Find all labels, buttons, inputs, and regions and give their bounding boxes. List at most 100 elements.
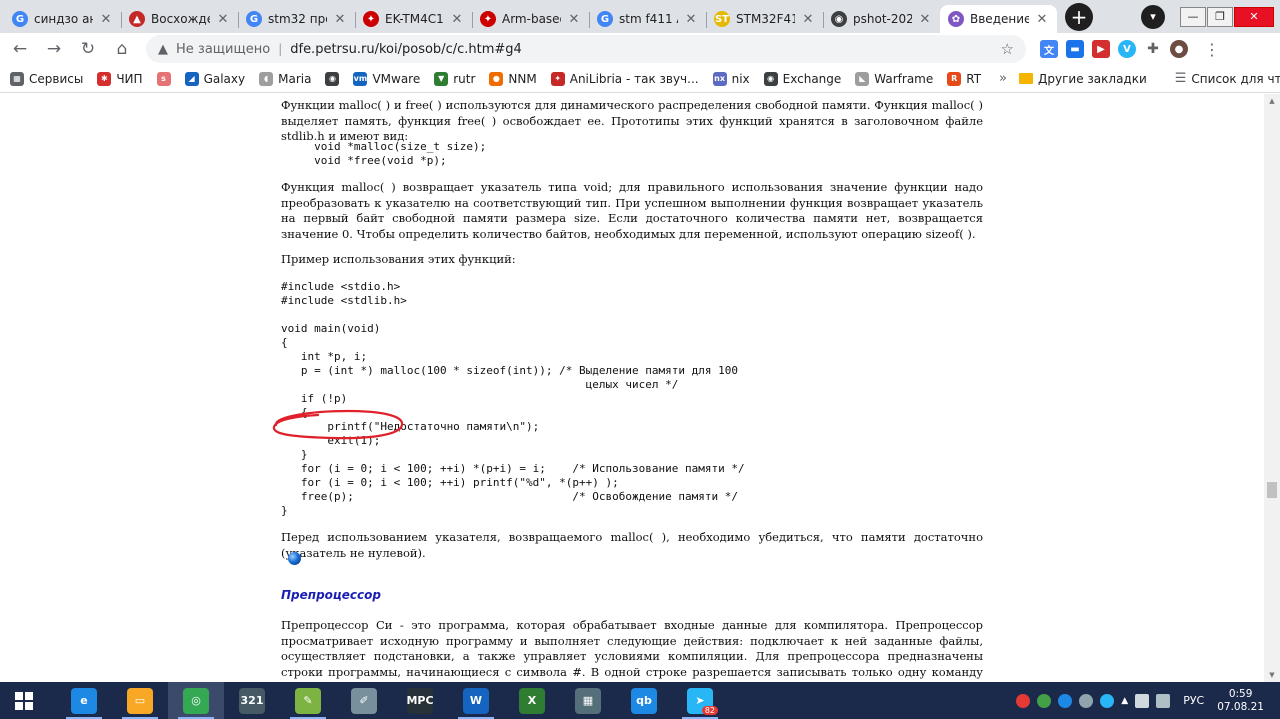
home-icon[interactable]: ⌂ <box>108 35 136 63</box>
browser-tab[interactable]: ST STM32F411 ✕ <box>706 5 823 33</box>
tab-favicon-icon: ST <box>714 11 730 27</box>
tray-app-icon[interactable] <box>1016 693 1031 708</box>
bookmark-item[interactable]: ◖ Maria <box>259 71 312 86</box>
start-button[interactable] <box>0 682 48 719</box>
bookmark-star-icon[interactable]: ☆ <box>1001 40 1014 58</box>
bookmark-item[interactable]: ✱ ЧИП <box>97 71 143 86</box>
tab-close-icon[interactable]: ✕ <box>1035 12 1049 27</box>
bookmark-item[interactable]: nx nix <box>712 71 750 86</box>
insecure-label[interactable]: Не защищено <box>176 42 270 57</box>
vertical-scrollbar[interactable]: ▲ ▼ <box>1264 94 1280 682</box>
tab-close-icon[interactable]: ✕ <box>567 12 581 27</box>
taskbar-media-player-321[interactable]: 321 <box>224 682 280 719</box>
tab-close-icon[interactable]: ✕ <box>333 12 347 27</box>
browser-tab[interactable]: Gstm32 прог ✕ <box>238 5 355 33</box>
bookmark-item[interactable]: ◣ Warframe <box>855 71 933 86</box>
taskbar-file-explorer[interactable]: ▭ <box>112 682 168 719</box>
clock[interactable]: 0:59 07.08.21 <box>1217 688 1264 714</box>
language-indicator[interactable]: РУС <box>1183 694 1204 707</box>
restore-button[interactable]: ❐ <box>1207 6 1233 27</box>
word-icon: W <box>463 687 489 714</box>
volume-icon[interactable] <box>1156 693 1171 708</box>
bookmark-label: Maria <box>278 71 312 86</box>
bookmark-item[interactable]: ✦ AniLibria - так звуч... <box>550 71 699 86</box>
browser-tab[interactable]: ✿ Введение в ✕ <box>940 5 1057 33</box>
scroll-up-icon[interactable]: ▲ <box>1264 94 1280 108</box>
tab-favicon-icon: G <box>597 11 613 27</box>
url-text[interactable]: dfe.petrsu.ru/koi/posob/c/c.htm#g4 <box>290 42 992 57</box>
bookmark-item[interactable]: s <box>156 71 171 86</box>
taskbar-mpc-be[interactable]: MPC <box>392 682 448 719</box>
taskbar-qbittorrent[interactable]: qb <box>616 682 672 719</box>
warning-icon[interactable]: ▲ <box>158 42 168 57</box>
translate-extension-icon[interactable]: 文 <box>1040 40 1058 58</box>
network-icon[interactable] <box>1135 693 1150 708</box>
tray-app-icon[interactable] <box>1079 693 1094 708</box>
tab-close-icon[interactable]: ✕ <box>99 12 113 27</box>
taskbar-chrome[interactable]: ◎ <box>168 682 224 719</box>
profile-avatar[interactable]: ● <box>1170 40 1188 58</box>
taskbar-word[interactable]: W <box>448 682 504 719</box>
taskbar-calculator[interactable]: ▦ <box>560 682 616 719</box>
menu-kebab-icon[interactable]: ⋮ <box>1204 40 1220 59</box>
media-extension-icon[interactable]: ▶ <box>1092 40 1110 58</box>
bookmark-favicon-icon: ● <box>489 71 504 86</box>
bookmark-item[interactable]: R RT <box>947 71 981 86</box>
taskbar-notes-app[interactable]: ✎ <box>280 682 336 719</box>
browser-tab[interactable]: ✦ Arm-based ✕ <box>472 5 589 33</box>
reading-list-icon: ☰ <box>1174 71 1187 86</box>
browser-tab[interactable]: Gсиндзо ани ✕ <box>4 5 121 33</box>
paragraph-malloc-intro: Функции malloc( ) и free( ) используются… <box>281 98 983 143</box>
bookmark-item[interactable]: ◉ Exchange <box>763 71 841 86</box>
address-bar[interactable]: ▲ Не защищено | dfe.petrsu.ru/koi/posob/… <box>146 35 1026 63</box>
scroll-down-icon[interactable]: ▼ <box>1264 668 1280 682</box>
bookmark-favicon-icon: ◢ <box>184 71 199 86</box>
windows-taskbar: e ▭ ◎ 321 ✎ ✐ MPC W X ▦ qb ➤ 82 ▲ РУС 0:59 07.08.21 <box>0 682 1280 719</box>
paragraph-preprocessor: Препроцессор Си - это программа, которая… <box>281 618 983 682</box>
tab-close-icon[interactable]: ✕ <box>801 12 815 27</box>
tray-expand-icon[interactable]: ▲ <box>1121 696 1128 706</box>
tab-close-icon[interactable]: ✕ <box>918 12 932 27</box>
tray-app-icon[interactable] <box>1037 693 1052 708</box>
tray-app-icon[interactable] <box>1100 693 1115 708</box>
taskbar-internet-explorer[interactable]: e <box>56 682 112 719</box>
paragraph-check-pointer: Перед использованием указателя, возвраща… <box>281 530 983 560</box>
reload-icon[interactable]: ↻ <box>74 35 102 63</box>
scrollbar-thumb[interactable] <box>1267 482 1277 498</box>
taskbar-notepad[interactable]: ✐ <box>336 682 392 719</box>
bookmarks-more-icon[interactable]: » <box>999 71 1007 86</box>
extensions-puzzle-icon[interactable]: ✚ <box>1144 40 1162 58</box>
back-icon[interactable]: ← <box>6 35 34 63</box>
bookmark-item[interactable]: vm VMware <box>353 71 420 86</box>
taskbar-excel[interactable]: X <box>504 682 560 719</box>
tab-favicon-icon: ✦ <box>363 11 379 27</box>
browser-tab[interactable]: ✦ EK-TM4C12 ✕ <box>355 5 472 33</box>
bookmark-item[interactable]: ◉ <box>325 71 340 86</box>
taskbar-telegram[interactable]: ➤ 82 <box>672 682 728 719</box>
new-tab-button[interactable]: + <box>1065 3 1093 31</box>
browser-tab[interactable]: ◉ pshot-2021 ✕ <box>823 5 940 33</box>
bookmark-item[interactable]: ● NNM <box>489 71 537 86</box>
reading-list[interactable]: ☰ Список для чтения <box>1175 71 1280 86</box>
separator: | <box>278 42 283 56</box>
forward-icon[interactable]: → <box>40 35 68 63</box>
tab-manager-extension-icon[interactable]: ▬ <box>1066 40 1084 58</box>
paragraph-malloc-returns: Функция malloc( ) возвращает указатель т… <box>281 180 983 241</box>
tab-title: Восхожден <box>151 12 210 26</box>
browser-tab[interactable]: ▲ Восхожден ✕ <box>121 5 238 33</box>
tray-app-icon[interactable] <box>1058 693 1073 708</box>
tab-close-icon[interactable]: ✕ <box>450 12 464 27</box>
vpn-extension-icon[interactable]: V <box>1118 40 1136 58</box>
bookmark-item[interactable]: ▼ rutr <box>434 71 475 86</box>
tab-close-icon[interactable]: ✕ <box>684 12 698 27</box>
clock-time: 0:59 <box>1228 687 1253 700</box>
bookmark-item[interactable]: ▦ Сервисы <box>10 71 83 86</box>
tab-close-icon[interactable]: ✕ <box>216 12 230 27</box>
browser-tab[interactable]: Gstm f411 AI ✕ <box>589 5 706 33</box>
other-bookmarks[interactable]: Другие закладки <box>1019 72 1147 86</box>
close-window-button[interactable]: ✕ <box>1234 6 1274 27</box>
profile-menu-icon[interactable]: ▾ <box>1141 4 1165 29</box>
minimize-button[interactable]: — <box>1180 6 1206 27</box>
section-title-preprocessor[interactable]: Препроцессор <box>281 588 381 602</box>
bookmark-item[interactable]: ◢ Galaxy <box>184 71 245 86</box>
